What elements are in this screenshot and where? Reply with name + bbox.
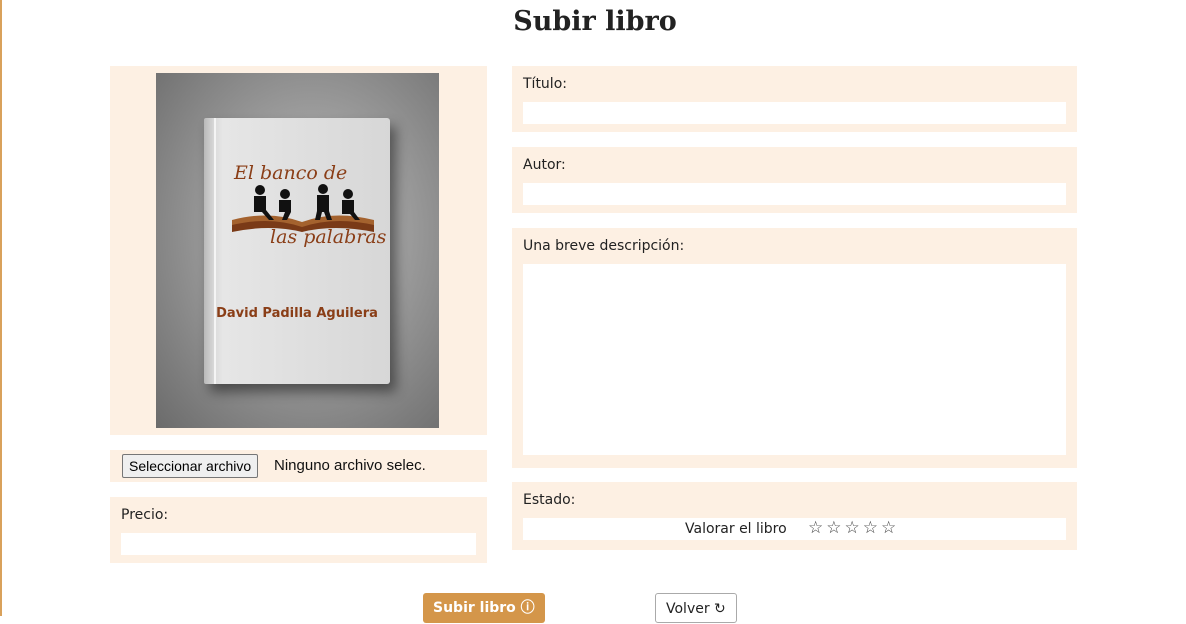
page-title: Subir libro	[513, 6, 677, 37]
silhouettes-icon	[232, 184, 374, 232]
precio-input[interactable]	[121, 533, 476, 555]
back-button[interactable]: Volver ↻	[655, 593, 737, 623]
estado-label: Estado:	[523, 492, 576, 508]
rating-row: Valorar el libro ☆☆☆☆☆	[523, 518, 1066, 540]
rating-label: Valorar el libro	[685, 521, 787, 537]
descripcion-textarea[interactable]	[523, 264, 1066, 455]
upload-book-button[interactable]: Subir libro ⓘ	[423, 593, 545, 623]
descripcion-label: Una breve descripción:	[523, 238, 685, 254]
file-status: Ninguno archivo selec.	[274, 457, 426, 474]
titulo-label: Título:	[523, 76, 567, 92]
book-author: David Padilla Aguilera	[216, 306, 378, 321]
cover-panel: El banco de las palabras David Padilla A…	[110, 66, 487, 435]
autor-input[interactable]	[523, 183, 1066, 205]
precio-label: Precio:	[121, 507, 169, 523]
book-cover-image: El banco de las palabras David Padilla A…	[156, 73, 439, 428]
file-row: Seleccionar archivo Ninguno archivo sele…	[110, 450, 487, 482]
titulo-input[interactable]	[523, 102, 1066, 124]
book: El banco de las palabras David Padilla A…	[204, 118, 390, 384]
choose-file-button[interactable]: Seleccionar archivo	[122, 454, 259, 478]
estado-panel: Estado: Valorar el libro ☆☆☆☆☆	[512, 482, 1077, 550]
star-rating-icon[interactable]: ☆☆☆☆☆	[808, 518, 899, 538]
titulo-panel: Título:	[512, 66, 1077, 132]
precio-panel: Precio:	[110, 497, 487, 563]
autor-panel: Autor:	[512, 147, 1077, 213]
autor-label: Autor:	[523, 157, 566, 173]
descripcion-panel: Una breve descripción:	[512, 228, 1077, 468]
book-title-line2: las palabras	[270, 226, 387, 248]
